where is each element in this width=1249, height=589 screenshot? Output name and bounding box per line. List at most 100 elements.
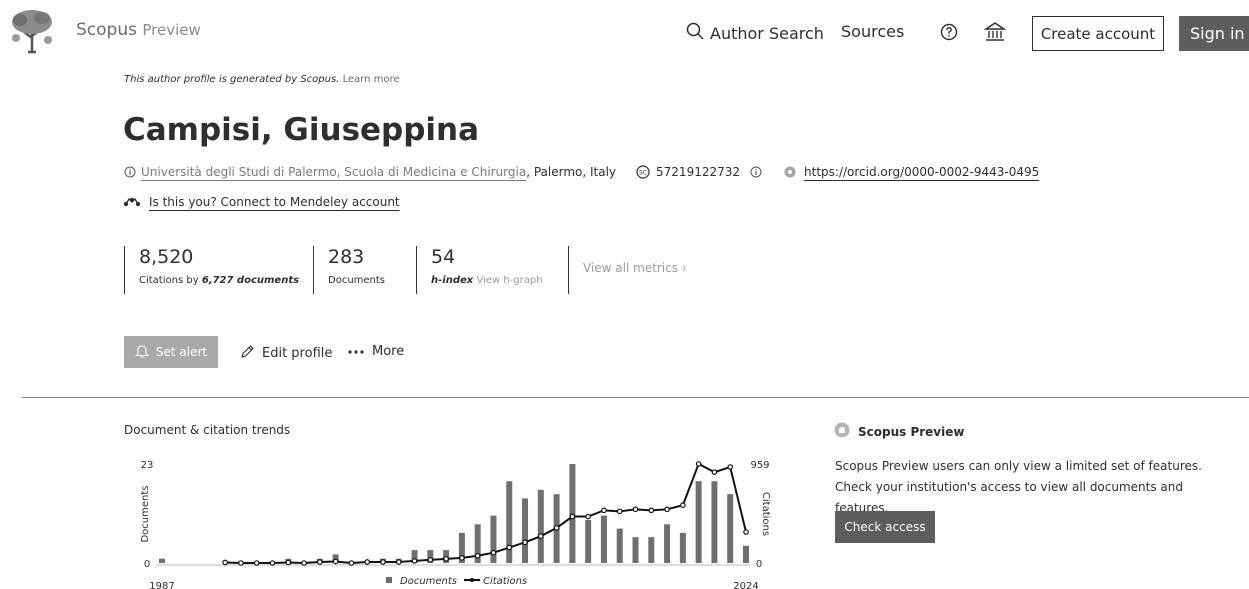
y-right-tick-bottom: 0: [756, 559, 762, 570]
document-bar-2015: [600, 515, 607, 563]
citation-point-2007: [474, 552, 481, 559]
edit-profile-button[interactable]: Edit profile: [240, 344, 332, 363]
citation-point-2003: [411, 558, 418, 564]
nav-sources[interactable]: Sources: [841, 22, 904, 41]
section-divider: [22, 397, 1249, 398]
y-right-tick-top: 959: [750, 460, 769, 471]
help-icon[interactable]: [937, 20, 961, 44]
set-alert-button[interactable]: Set alert: [124, 336, 218, 368]
citation-point-2000: [364, 559, 370, 565]
mendeley-icon: [123, 196, 141, 208]
author-name: Campisi, Giuseppina: [123, 112, 480, 148]
mendeley-link[interactable]: Is this you? Connect to Mendeley account: [149, 195, 400, 209]
view-h-graph-link[interactable]: View h-graph: [476, 275, 542, 286]
chart-title: Document & citation trends: [124, 423, 291, 437]
citation-point-2006: [459, 555, 465, 561]
orcid-icon: [784, 166, 796, 178]
set-alert-label: Set alert: [155, 345, 208, 359]
elsevier-logo[interactable]: [8, 8, 56, 54]
learn-more-link[interactable]: Learn more: [343, 74, 400, 85]
document-bar-2020: [679, 532, 686, 563]
bell-icon: [135, 344, 149, 361]
trend-chart: 23 0 959 0 Documents Citations 1987 2024…: [140, 460, 771, 589]
preview-description: Scopus Preview users can only view a lim…: [835, 459, 1202, 515]
citation-point-1993: [253, 560, 260, 566]
more-label: More: [372, 344, 405, 359]
citations-label: Citations by 6,727 documents: [139, 275, 300, 286]
document-bar-2016: [616, 528, 623, 563]
citation-point-2005: [443, 556, 449, 562]
citation-point-2024: [743, 529, 749, 535]
hindex-value: 54: [431, 246, 456, 268]
citation-point-1995: [285, 559, 292, 566]
view-all-metrics-link[interactable]: View all metrics ›: [583, 261, 687, 275]
citation-point-2023: [727, 464, 734, 470]
affiliation-link[interactable]: Università degli Studi di Palermo, Scuol…: [141, 165, 526, 179]
citation-point-1992: [238, 560, 244, 566]
affiliation-location: , Palermo, Italy: [526, 165, 617, 179]
legend-documents-swatch: [386, 577, 392, 583]
info-icon[interactable]: [124, 166, 136, 178]
metric-citations[interactable]: 8,520 Citations by 6,727 documents: [124, 246, 299, 294]
search-icon: [686, 22, 704, 44]
citation-point-2001: [380, 559, 386, 565]
document-bar-2011: [537, 489, 544, 563]
y-left-tick-top: 23: [141, 460, 154, 471]
bars-group: [159, 464, 749, 563]
info-icon[interactable]: [750, 166, 762, 178]
documents-count: 283: [328, 246, 365, 268]
chevron-right-icon: ›: [681, 261, 687, 275]
document-bar-2009: [506, 481, 513, 563]
document-bar-2014: [585, 519, 592, 563]
citation-point-1991: [222, 559, 228, 566]
hindex-label: h-index View h-graph: [431, 275, 543, 286]
legend-documents-label: Documents: [400, 576, 457, 587]
edit-profile-label: Edit profile: [262, 346, 333, 361]
citation-point-2016: [616, 508, 623, 515]
document-bar-2019: [664, 524, 671, 563]
institution-icon[interactable]: [983, 20, 1007, 44]
citation-point-1999: [348, 560, 355, 566]
y-axis-label-left: Documents: [140, 485, 151, 542]
x-start-label: 1987: [149, 581, 174, 589]
document-bar-2023: [727, 494, 734, 563]
svg-text:SC: SC: [639, 170, 647, 177]
mendeley-connect: Is this you? Connect to Mendeley account: [123, 195, 400, 209]
citation-point-2020: [680, 502, 686, 508]
author-meta: Università degli Studi di Palermo, Scuol…: [124, 165, 1039, 179]
x-end-label: 2024: [733, 581, 758, 589]
citation-point-2014: [585, 513, 591, 520]
document-bar-2021: [695, 481, 702, 563]
orcid-link[interactable]: https://orcid.org/0000-0002-9443-0495: [804, 165, 1039, 179]
citation-point-2022: [711, 469, 718, 475]
metric-hindex[interactable]: 54 h-index View h-graph: [416, 246, 543, 294]
metric-documents[interactable]: 283 Documents: [313, 246, 385, 294]
more-button[interactable]: More: [347, 344, 404, 359]
scopus-brand[interactable]: Scopus Preview: [76, 20, 201, 40]
citation-point-2021: [695, 461, 702, 467]
y-left-tick-bottom: 0: [144, 559, 150, 570]
ellipsis-icon: [347, 344, 365, 359]
citation-point-2013: [569, 513, 576, 520]
create-account-button[interactable]: Create account: [1032, 16, 1164, 51]
citation-point-2011: [538, 533, 544, 539]
citation-point-2018: [648, 507, 655, 514]
citation-point-2008: [490, 549, 497, 556]
pencil-icon: [240, 344, 255, 363]
scopus-id: SC 57219122732: [636, 165, 762, 179]
citation-point-1998: [332, 558, 339, 565]
citation-point-2015: [601, 507, 607, 514]
scopus-id-icon: SC: [636, 165, 650, 179]
preview-bell-icon: [834, 422, 850, 441]
brand-suffix: Preview: [142, 21, 201, 39]
document-bar-2018: [648, 537, 655, 563]
preview-title: Scopus Preview: [834, 422, 964, 441]
sign-in-button[interactable]: Sign in: [1179, 16, 1249, 51]
citation-point-1996: [301, 560, 307, 566]
chart-legend: Documents Citations: [386, 576, 527, 587]
y-axis-label-right: Citations: [760, 492, 771, 536]
citation-point-2017: [632, 506, 639, 513]
document-bar-2017: [632, 537, 639, 563]
nav-author-search[interactable]: Author Search: [686, 22, 824, 44]
check-access-button[interactable]: Check access: [835, 511, 935, 543]
